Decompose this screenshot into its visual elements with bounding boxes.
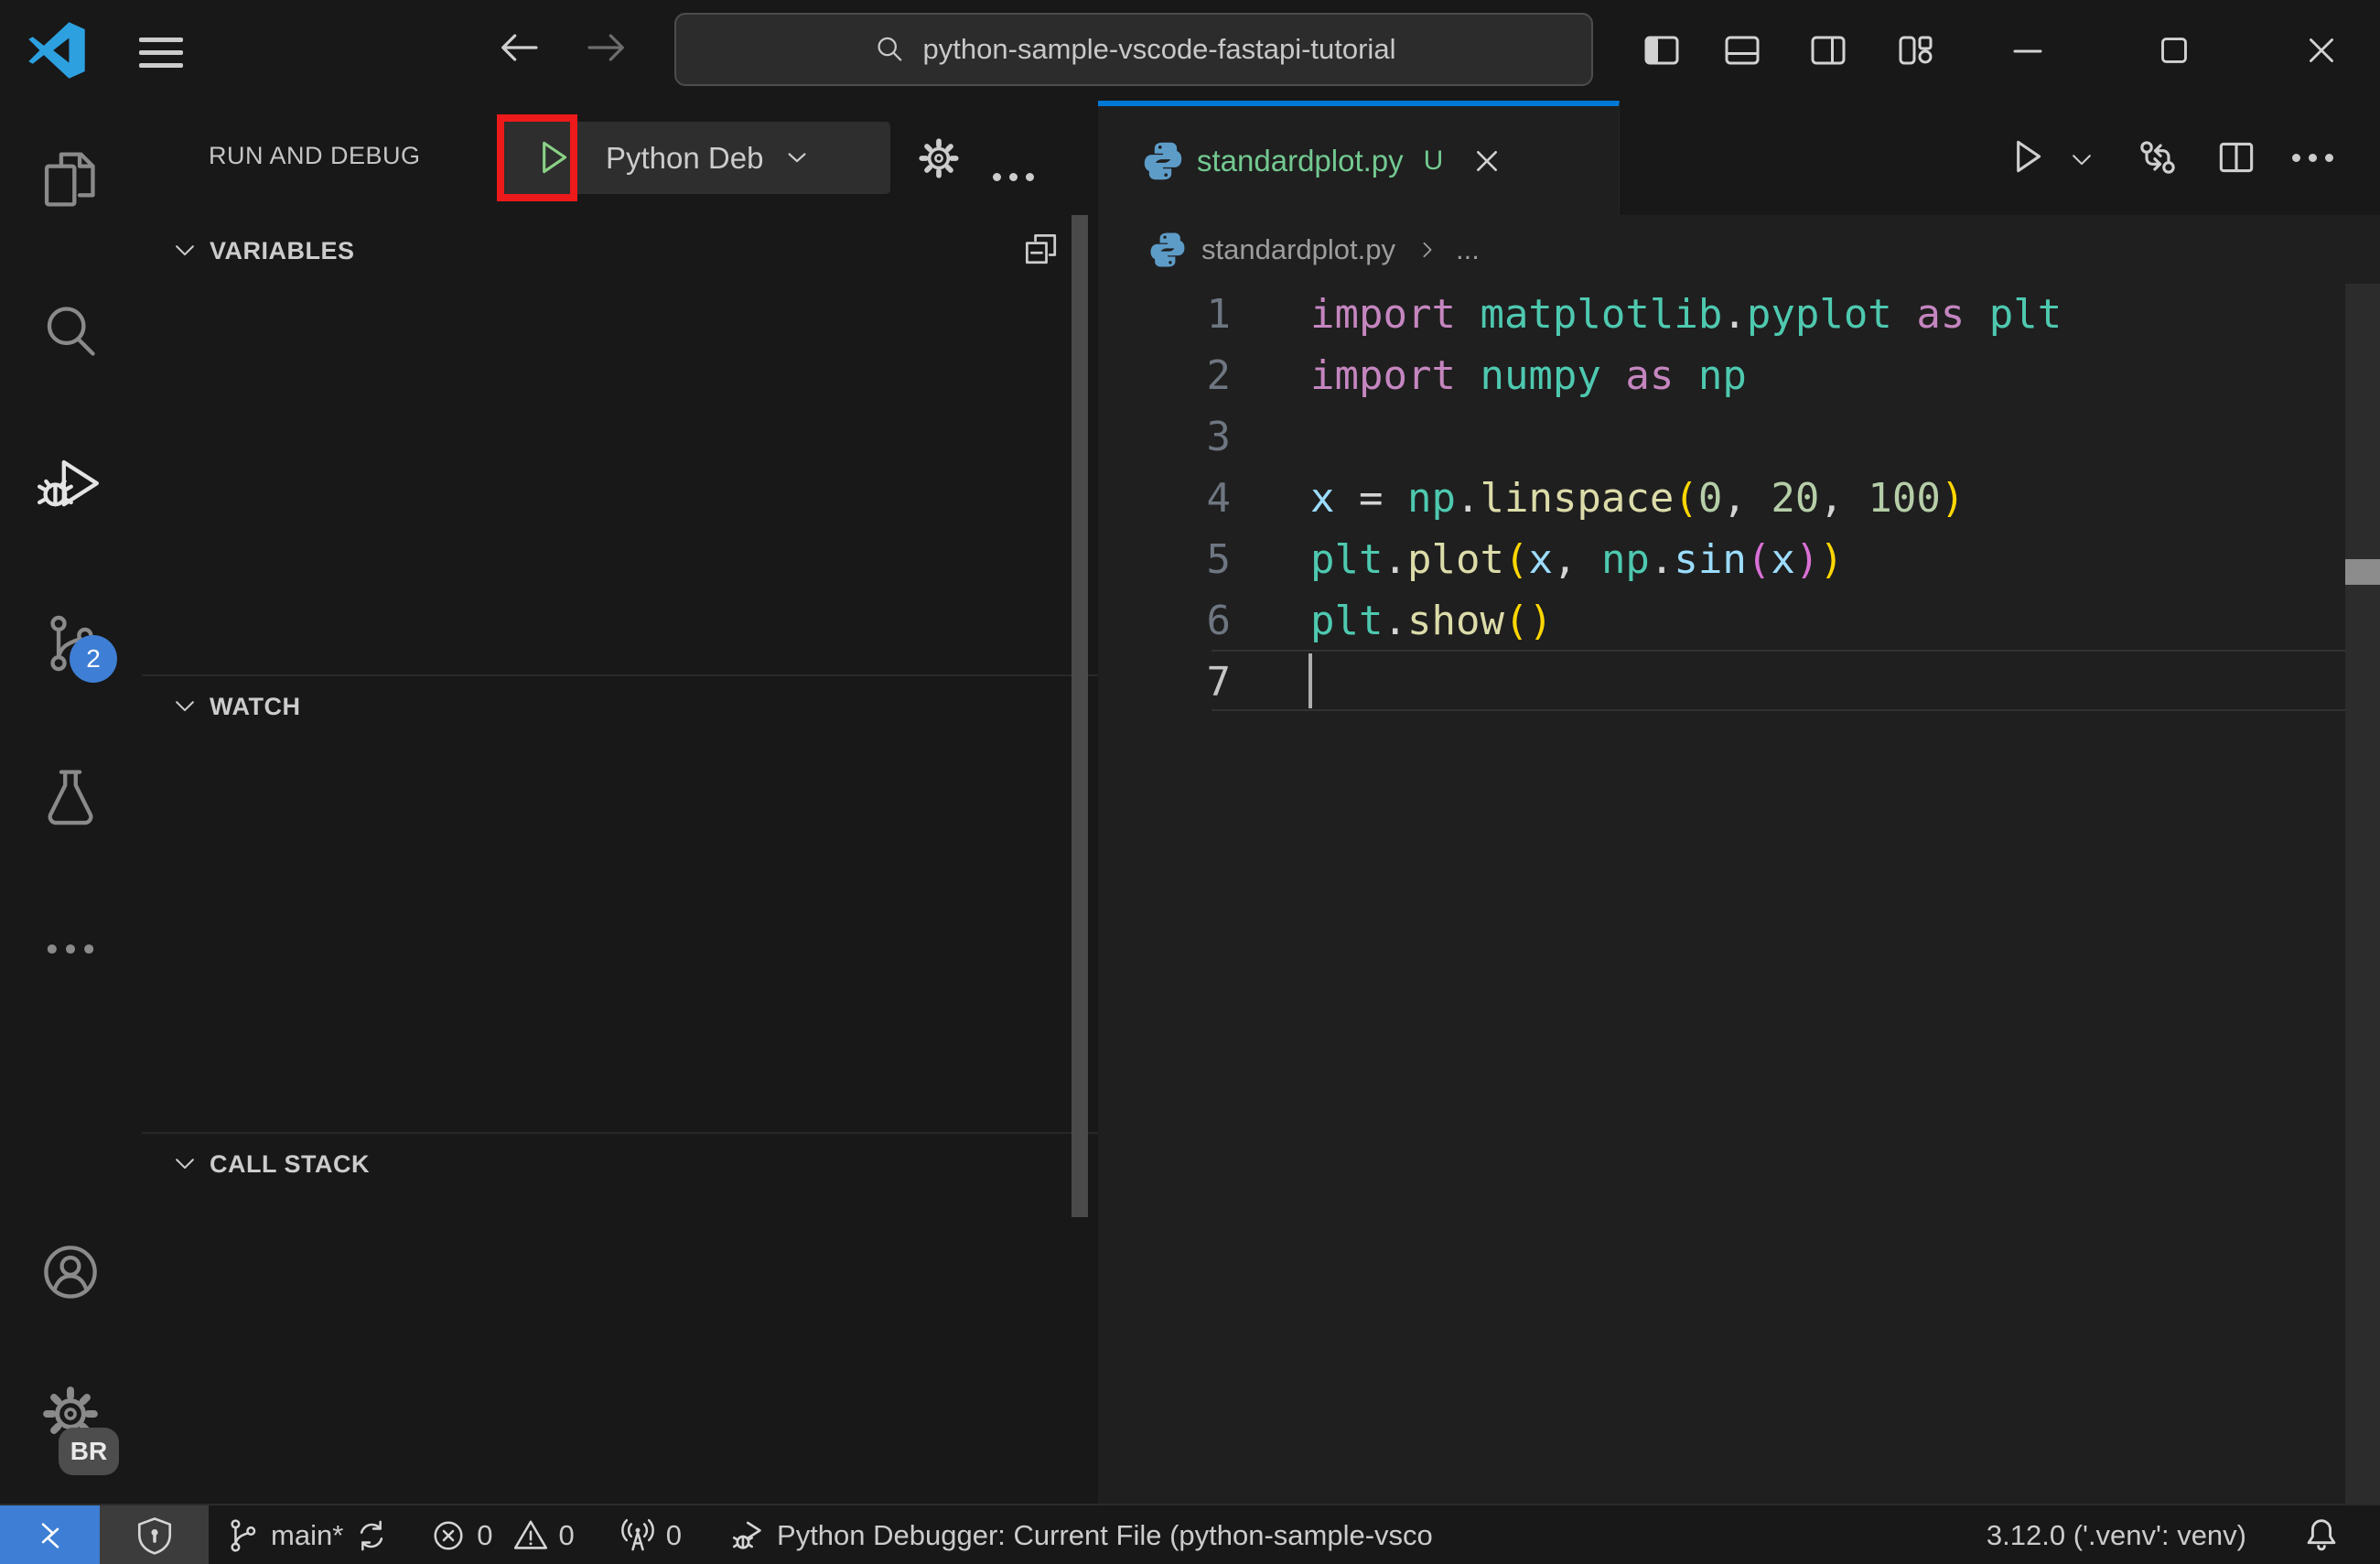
breadcrumb-chevron-icon: [1414, 236, 1441, 264]
toggle-panel-icon[interactable]: [1718, 27, 1766, 74]
workspace-trust-button[interactable]: [100, 1505, 209, 1564]
run-file-icon[interactable]: [2002, 134, 2050, 181]
profile-badge: BR: [59, 1428, 119, 1475]
line-numbers: 1234567: [1206, 291, 1232, 706]
remote-icon: [30, 1515, 70, 1556]
tab-dirty-badge: U: [1423, 145, 1444, 176]
toggle-primary-sidebar-icon[interactable]: [1638, 27, 1685, 74]
close-icon[interactable]: [2298, 27, 2345, 74]
text-cursor: [1308, 653, 1312, 708]
chevron-down-icon: [169, 235, 200, 266]
source-control-badge: 2: [70, 635, 117, 683]
forward-arrow-icon[interactable]: [582, 23, 631, 72]
section-label: CALL STACK: [210, 1149, 370, 1178]
more-views-icon[interactable]: [38, 916, 103, 982]
ports-status-item[interactable]: 0: [619, 1505, 682, 1564]
debugger-label: Python Debugger: Current File (python-sa…: [777, 1519, 1433, 1551]
problems-status-item[interactable]: 0 0: [429, 1505, 575, 1564]
python-icon: [1148, 231, 1187, 269]
customize-layout-icon[interactable]: [1892, 27, 1940, 74]
sidebar-item-testing[interactable]: [38, 764, 103, 830]
command-center-search[interactable]: python-sample-vscode-fastapi-tutorial: [674, 13, 1593, 86]
breadcrumb: standardplot.py ...: [1098, 215, 2380, 284]
chevron-down-icon: [169, 1149, 200, 1180]
debugger-status-item[interactable]: Python Debugger: Current File (python-sa…: [729, 1505, 1433, 1564]
errors-icon: [429, 1516, 468, 1555]
editor-group: standardplot.py U standardplot.py ... 1 …: [1098, 101, 2380, 1504]
maximize-icon[interactable]: [2150, 27, 2198, 74]
editor-scrollbar[interactable]: [2345, 284, 2380, 1504]
debug-icon: [729, 1516, 768, 1555]
breadcrumb-symbol[interactable]: ...: [1456, 233, 1480, 266]
branch-status-item[interactable]: main*: [223, 1505, 391, 1564]
breadcrumb-file[interactable]: standardplot.py: [1201, 233, 1395, 266]
tab-standardplot[interactable]: standardplot.py U: [1098, 101, 1620, 215]
sidebar-item-run-debug[interactable]: [38, 453, 103, 519]
section-header-call-stack[interactable]: CALL STACK: [142, 1135, 1098, 1193]
warnings-count: 0: [558, 1519, 575, 1551]
activity-bar: 2 BR: [0, 101, 144, 1504]
minimize-icon[interactable]: [2004, 27, 2052, 74]
bell-icon[interactable]: [2299, 1515, 2343, 1559]
vscode-window: python-sample-vscode-fastapi-tutorial 2 …: [0, 0, 2380, 1564]
search-value: python-sample-vscode-fastapi-tutorial: [922, 33, 1396, 65]
python-version-label: 3.12.0 ('.venv': venv): [1986, 1519, 2246, 1551]
open-changes-icon[interactable]: [2134, 134, 2181, 181]
ports-count: 0: [665, 1519, 683, 1551]
sidebar-scrollbar[interactable]: [1072, 215, 1088, 1217]
run-debug-sidebar: RUN AND DEBUG Python Deb VARIABLES WATCH…: [142, 101, 1098, 1504]
search-icon: [872, 32, 907, 67]
editor-more-actions-icon[interactable]: [2292, 154, 2333, 162]
sync-icon: [352, 1516, 391, 1555]
chevron-down-icon: [169, 691, 200, 722]
tab-close-icon[interactable]: [1467, 141, 1507, 181]
warnings-icon: [512, 1516, 550, 1555]
python-interpreter-item[interactable]: 3.12.0 ('.venv': venv): [1987, 1505, 2246, 1564]
vscode-logo-icon: [27, 18, 86, 82]
section-header-variables[interactable]: VARIABLES: [142, 221, 1098, 280]
title-bar: python-sample-vscode-fastapi-tutorial: [0, 0, 2380, 101]
account-icon[interactable]: [38, 1239, 103, 1305]
sidebar-title: RUN AND DEBUG: [209, 142, 421, 169]
git-branch-icon: [223, 1516, 262, 1555]
sidebar-item-search[interactable]: [38, 298, 103, 364]
section-label: VARIABLES: [210, 236, 355, 264]
split-editor-icon[interactable]: [2213, 134, 2260, 181]
python-icon: [1142, 140, 1184, 182]
debug-more-actions-icon[interactable]: [993, 153, 1040, 200]
run-dropdown-chevron-icon[interactable]: [2066, 145, 2097, 176]
annotation-highlight-box: [497, 114, 577, 201]
tab-filename: standardplot.py: [1197, 143, 1404, 178]
collapse-all-icon[interactable]: [1020, 229, 1062, 271]
shield-icon: [135, 1515, 175, 1556]
sidebar-item-explorer[interactable]: [38, 146, 103, 212]
radio-tower-icon: [619, 1516, 657, 1555]
back-arrow-icon[interactable]: [494, 23, 544, 72]
debug-config-label: Python Deb: [606, 140, 764, 175]
chevron-down-icon: [780, 141, 814, 176]
status-bar: main* 0 0 0 Python Debugger: Current Fil…: [0, 1504, 2380, 1564]
tab-bar: standardplot.py U: [1098, 101, 2380, 215]
section-header-watch[interactable]: WATCH: [142, 677, 1098, 736]
overview-ruler-marker: [2345, 559, 2380, 585]
code-lines[interactable]: import matplotlib.pyplot as plt import nu…: [1310, 284, 2062, 713]
menu-icon[interactable]: [139, 29, 183, 76]
errors-count: 0: [477, 1519, 493, 1551]
remote-indicator[interactable]: [0, 1505, 100, 1564]
debug-settings-gear-icon[interactable]: [915, 135, 963, 182]
branch-label: main*: [271, 1519, 344, 1551]
section-label: WATCH: [210, 692, 301, 720]
toggle-secondary-sidebar-icon[interactable]: [1804, 27, 1852, 74]
